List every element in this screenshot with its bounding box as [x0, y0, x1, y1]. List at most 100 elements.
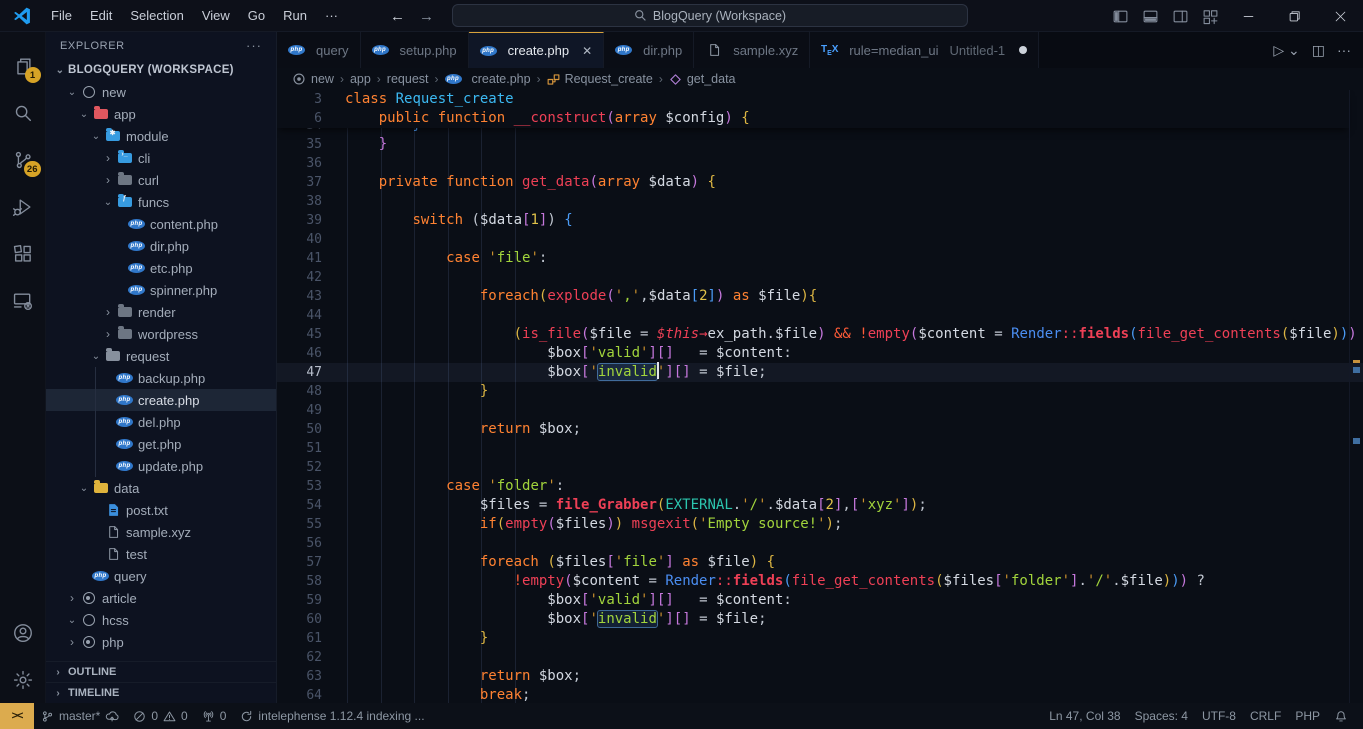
tree-item-blogquery-workspace-[interactable]: ⌄BLOGQUERY (WORKSPACE) [46, 59, 276, 81]
code-line-38[interactable]: 38 [277, 192, 1363, 211]
code-line-57[interactable]: 57 foreach ($files['file'] as $file) { [277, 553, 1363, 572]
minimize-button[interactable] [1225, 0, 1271, 32]
code-line-49[interactable]: 49 [277, 401, 1363, 420]
code-line-54[interactable]: 54 $files = file_Grabber(EXTERNAL.'/'.$d… [277, 496, 1363, 515]
toggle-sidebar-icon[interactable] [1105, 0, 1135, 32]
breadcrumb-item-new[interactable]: new [292, 72, 334, 86]
split-editor-button[interactable]: ◫ [1312, 42, 1325, 59]
code-line-48[interactable]: 48 } [277, 382, 1363, 401]
explorer-more-actions[interactable]: ··· [246, 38, 262, 53]
tree-item-dir.php[interactable]: phpdir.php [46, 235, 276, 257]
tree-item-content.php[interactable]: phpcontent.php [46, 213, 276, 235]
menu-file[interactable]: File [42, 0, 81, 32]
status-indentation[interactable]: Spaces: 4 [1128, 703, 1195, 729]
settings-icon[interactable] [0, 656, 46, 703]
source-control-icon[interactable]: 26 [0, 136, 46, 183]
menu-edit[interactable]: Edit [81, 0, 121, 32]
nav-back-button[interactable]: ← [390, 8, 405, 25]
tree-item-app[interactable]: ⌄app [46, 103, 276, 125]
tab-sample.xyz[interactable]: sample.xyz [694, 32, 810, 68]
close-tab-icon[interactable]: ✕ [582, 44, 592, 58]
tree-item-query[interactable]: phpquery [46, 565, 276, 587]
menu-view[interactable]: View [193, 0, 239, 32]
tree-item-cli[interactable]: ››_cli [46, 147, 276, 169]
code-line-45[interactable]: 45 (is_file($file = $this→ex_path.$file)… [277, 325, 1363, 344]
code-line-58[interactable]: 58 !empty($content = Render::fields(file… [277, 572, 1363, 591]
menu-run[interactable]: Run [274, 0, 316, 32]
code-line-35[interactable]: 35 } [277, 135, 1363, 154]
breadcrumb-item-get-data[interactable]: get_data [669, 72, 736, 86]
more-actions-button[interactable]: ··· [1337, 42, 1351, 58]
tree-item-new[interactable]: ⌄new [46, 81, 276, 103]
breadcrumb-item-request[interactable]: request [387, 72, 429, 86]
run-debug-icon[interactable] [0, 183, 46, 230]
code-line-3[interactable]: 3class Request_create [277, 90, 1349, 109]
tree-item-post.txt[interactable]: post.txt [46, 499, 276, 521]
command-center-search[interactable]: BlogQuery (Workspace) [452, 4, 968, 27]
tab-setup.php[interactable]: phpsetup.php [361, 32, 469, 68]
status-ports[interactable]: 0 [195, 703, 234, 729]
tree-item-test[interactable]: test [46, 543, 276, 565]
code-line-51[interactable]: 51 [277, 439, 1363, 458]
status-notifications[interactable] [1327, 703, 1355, 729]
tree-item-get.php[interactable]: phpget.php [46, 433, 276, 455]
code-line-36[interactable]: 36 [277, 154, 1363, 173]
tree-item-update.php[interactable]: phpupdate.php [46, 455, 276, 477]
customize-layout-icon[interactable] [1195, 0, 1225, 32]
code-line-47[interactable]: 47 $box['invalid'][] = $file; [277, 363, 1363, 382]
toggle-panel-icon[interactable] [1135, 0, 1165, 32]
overview-ruler[interactable] [1349, 90, 1363, 703]
breadcrumb-item-app[interactable]: app [350, 72, 371, 86]
menu-selection[interactable]: Selection [121, 0, 192, 32]
code-line-43[interactable]: 43 foreach(explode(',',$data[2]) as $fil… [277, 287, 1363, 306]
accounts-icon[interactable] [0, 609, 46, 656]
code-line-55[interactable]: 55 if(empty($files)) msgexit('Empty sour… [277, 515, 1363, 534]
tree-item-sample.xyz[interactable]: sample.xyz [46, 521, 276, 543]
menu-go[interactable]: Go [239, 0, 274, 32]
remote-explorer-icon[interactable] [0, 277, 46, 324]
close-button[interactable] [1317, 0, 1363, 32]
run-button[interactable]: ▷ ⌄ [1273, 42, 1299, 59]
status-encoding[interactable]: UTF-8 [1195, 703, 1243, 729]
tree-item-spinner.php[interactable]: phpspinner.php [46, 279, 276, 301]
code-line-63[interactable]: 63 return $box; [277, 667, 1363, 686]
code-line-53[interactable]: 53 case 'folder': [277, 477, 1363, 496]
status-cursor-position[interactable]: Ln 47, Col 38 [1042, 703, 1127, 729]
tree-item-php[interactable]: ›php [46, 631, 276, 653]
code-line-46[interactable]: 46 $box['valid'][] = $content: [277, 344, 1363, 363]
code-line-56[interactable]: 56 [277, 534, 1363, 553]
search-icon[interactable] [0, 89, 46, 136]
breadcrumb-item-create.php[interactable]: phpcreate.php [445, 71, 531, 87]
code-line-64[interactable]: 64 break; [277, 686, 1363, 703]
status-git-branch[interactable]: master* [34, 703, 126, 729]
code-line-41[interactable]: 41 case 'file': [277, 249, 1363, 268]
status-language-mode[interactable]: PHP [1288, 703, 1327, 729]
status-problems[interactable]: 00 [126, 703, 194, 729]
tree-item-module[interactable]: ⌄✱module [46, 125, 276, 147]
section-timeline[interactable]: ›TIMELINE [46, 682, 276, 703]
tree-item-curl[interactable]: ›curl [46, 169, 276, 191]
tab-rule-median-ui[interactable]: TEXrule=median_uiUntitled-1 [810, 32, 1039, 68]
tree-item-data[interactable]: ⌄data [46, 477, 276, 499]
tree-item-wordpress[interactable]: ›wordpress [46, 323, 276, 345]
tree-item-request[interactable]: ⌄request [46, 345, 276, 367]
section-outline[interactable]: ›OUTLINE [46, 661, 276, 682]
code-line-62[interactable]: 62 [277, 648, 1363, 667]
extensions-icon[interactable] [0, 230, 46, 277]
code-line-37[interactable]: 37 private function get_data(array $data… [277, 173, 1363, 192]
tab-dir.php[interactable]: phpdir.php [604, 32, 694, 68]
code-editor[interactable]: 34 }35 }3637 private function get_data(a… [277, 90, 1363, 703]
code-line-60[interactable]: 60 $box['invalid'][] = $file; [277, 610, 1363, 629]
code-line-34[interactable]: 34 } [277, 128, 1363, 135]
tree-item-article[interactable]: ›article [46, 587, 276, 609]
code-line-42[interactable]: 42 [277, 268, 1363, 287]
tree-item-etc.php[interactable]: phpetc.php [46, 257, 276, 279]
breadcrumb-item-request-create[interactable]: Request_create [547, 72, 653, 86]
code-line-40[interactable]: 40 [277, 230, 1363, 249]
toggle-secondary-sidebar-icon[interactable] [1165, 0, 1195, 32]
menu-[interactable]: ··· [316, 0, 347, 32]
tree-item-funcs[interactable]: ⌄ƒfuncs [46, 191, 276, 213]
tree-item-backup.php[interactable]: phpbackup.php [46, 367, 276, 389]
status-eol[interactable]: CRLF [1243, 703, 1288, 729]
tree-item-create.php[interactable]: phpcreate.php [46, 389, 276, 411]
